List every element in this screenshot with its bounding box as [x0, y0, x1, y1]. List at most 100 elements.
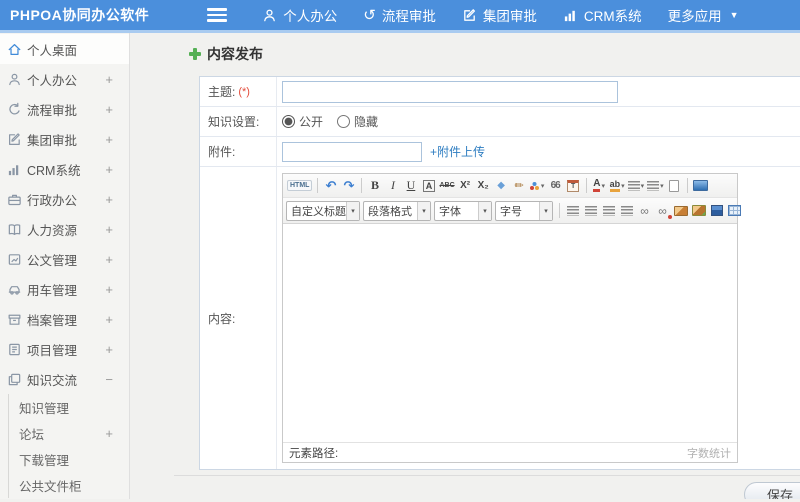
radio-public-input[interactable] — [282, 115, 295, 128]
autotypeset-button[interactable]: A — [420, 177, 437, 195]
italic-button[interactable]: I — [384, 177, 401, 195]
paragraph-format-select[interactable]: 段落格式 ▾ — [363, 200, 431, 221]
radio-hidden-input[interactable] — [337, 115, 351, 128]
expand-toggle[interactable]: + — [105, 222, 129, 237]
underline-button[interactable]: U — [402, 177, 419, 195]
insert-media-button[interactable] — [708, 202, 725, 220]
align-justify-icon — [620, 205, 633, 216]
align-center-icon — [584, 205, 597, 216]
visibility-radio-group: 公开 隐藏 — [282, 113, 378, 130]
nav-group-approval[interactable]: 集团审批 — [449, 0, 550, 32]
collapse-toggle[interactable]: − — [105, 372, 129, 387]
edit-icon — [462, 8, 477, 23]
sidebar-item-archive-mgmt[interactable]: 档案管理 + — [0, 304, 129, 334]
nav-workflow-approval[interactable]: ↺ 流程审批 — [350, 0, 449, 32]
expand-toggle[interactable]: + — [105, 102, 129, 117]
expand-toggle[interactable]: + — [105, 72, 129, 87]
nav-personal-office[interactable]: 个人办公 — [249, 0, 350, 32]
expand-toggle[interactable]: + — [105, 342, 129, 357]
align-justify-button[interactable] — [618, 202, 635, 220]
nav-more-apps[interactable]: 更多应用 ▼ — [655, 0, 752, 32]
screenshot-icon — [691, 205, 706, 216]
insert-image-button[interactable] — [672, 202, 689, 220]
chevron-down-icon: ▾ — [539, 201, 552, 220]
bar-chart-icon — [563, 8, 578, 23]
sidebar-item-desktop[interactable]: 个人桌面 — [0, 34, 129, 64]
strikethrough-button[interactable]: ABC — [438, 177, 455, 195]
paste-style-dropdown[interactable]: ▾ — [529, 177, 546, 195]
new-page-button[interactable] — [666, 177, 683, 195]
redo-button[interactable]: ↷ — [340, 177, 357, 195]
sidebar-item-vehicle-mgmt[interactable]: 用车管理 + — [0, 274, 129, 304]
sidebar-item-personal-office[interactable]: 个人办公 + — [0, 64, 129, 94]
align-left-button[interactable] — [564, 202, 581, 220]
subject-label: 主题: (*) — [200, 77, 277, 106]
clear-doc-button[interactable]: ✏ — [511, 177, 528, 195]
align-center-button[interactable] — [582, 202, 599, 220]
custom-title-select[interactable]: 自定义标题 ▾ — [286, 200, 360, 221]
insert-link-button[interactable]: ∞ — [636, 202, 653, 220]
sidebar-item-crm[interactable]: CRM系统 + — [0, 154, 129, 184]
superscript-button[interactable]: X² — [457, 177, 474, 195]
book-icon — [7, 222, 22, 237]
editor-canvas[interactable] — [283, 224, 737, 442]
nav-crm[interactable]: CRM系统 — [550, 0, 655, 32]
radio-public[interactable]: 公开 — [282, 113, 323, 130]
expand-toggle[interactable]: + — [105, 282, 129, 297]
ordered-list-dropdown[interactable]: ▾ — [627, 177, 646, 195]
snapscreen-button[interactable] — [690, 202, 707, 220]
nav-label: CRM系统 — [583, 9, 642, 24]
chevron-down-icon: ▾ — [478, 201, 491, 220]
expand-toggle[interactable]: + — [105, 162, 129, 177]
sidebar-item-project-mgmt[interactable]: 项目管理 + — [0, 334, 129, 364]
align-right-button[interactable] — [600, 202, 617, 220]
sidebar-item-document-mgmt[interactable]: 公文管理 + — [0, 244, 129, 274]
sidebar-subitem-download-mgmt[interactable]: 下载管理 — [9, 446, 129, 472]
unordered-list-dropdown[interactable]: ▾ — [646, 177, 665, 195]
attachment-upload-link[interactable]: +附件上传 — [430, 143, 485, 160]
insert-table-button[interactable] — [726, 202, 743, 220]
sidebar-item-label: 集团审批 — [27, 133, 78, 148]
archive-icon — [7, 312, 22, 327]
chevron-down-icon: ▾ — [346, 201, 359, 220]
font-size-select[interactable]: 字号 ▾ — [495, 200, 553, 221]
content-publish-form: 主题: (*) 知识设置: 公开 隐藏 附件: +附件上传 内容: HTML ↶… — [199, 76, 800, 470]
subject-input[interactable] — [282, 80, 618, 103]
format-eraser-button[interactable]: ◆ — [493, 177, 510, 195]
highlight-color-dropdown[interactable]: ab ▾ — [609, 177, 626, 195]
sidebar-submenu: 知识管理 论坛 + 下载管理 公共文件柜 — [8, 394, 129, 498]
edit-icon — [7, 132, 22, 147]
sidebar-item-knowledge-exchange[interactable]: 知识交流 − — [0, 364, 129, 394]
bold-button[interactable]: B — [366, 177, 383, 195]
sidebar-subitem-forum[interactable]: 论坛 + — [9, 420, 129, 446]
expand-toggle[interactable]: + — [105, 426, 129, 441]
expand-toggle[interactable]: + — [105, 252, 129, 267]
sidebar-item-workflow-approval[interactable]: 流程审批 + — [0, 94, 129, 124]
html-source-button[interactable]: HTML — [286, 177, 313, 195]
expand-toggle[interactable]: + — [105, 132, 129, 147]
bar-chart-icon — [7, 162, 22, 177]
blockquote-button[interactable]: 66 — [547, 177, 564, 195]
sidebar-item-group-approval[interactable]: 集团审批 + — [0, 124, 129, 154]
sidebar-item-label: 用车管理 — [27, 283, 78, 298]
hamburger-menu-icon[interactable] — [207, 8, 228, 22]
color-dots-icon — [529, 182, 540, 190]
font-color-dropdown[interactable]: A ▾ — [591, 177, 608, 195]
attachment-input[interactable] — [282, 141, 422, 162]
sidebar-subitem-public-cabinet[interactable]: 公共文件柜 — [9, 472, 129, 498]
date-time-button[interactable]: T — [565, 177, 582, 195]
media-icon — [710, 205, 723, 216]
save-button[interactable]: 保存 — [743, 482, 800, 499]
subscript-button[interactable]: X₂ — [475, 177, 492, 195]
expand-toggle[interactable]: + — [105, 312, 129, 327]
undo-button[interactable]: ↶ — [322, 177, 339, 195]
font-family-select[interactable]: 字体 ▾ — [434, 200, 492, 221]
radio-hidden[interactable]: 隐藏 — [337, 113, 378, 130]
sidebar-item-hr[interactable]: 人力资源 + — [0, 214, 129, 244]
sidebar-subitem-knowledge-mgmt[interactable]: 知识管理 — [9, 394, 129, 420]
word-count-label[interactable]: 字数统计 — [687, 445, 731, 461]
expand-toggle[interactable]: + — [105, 192, 129, 207]
preview-button[interactable] — [692, 177, 709, 195]
sidebar-item-admin-office[interactable]: 行政办公 + — [0, 184, 129, 214]
remove-link-button[interactable]: ∞ — [654, 202, 672, 220]
